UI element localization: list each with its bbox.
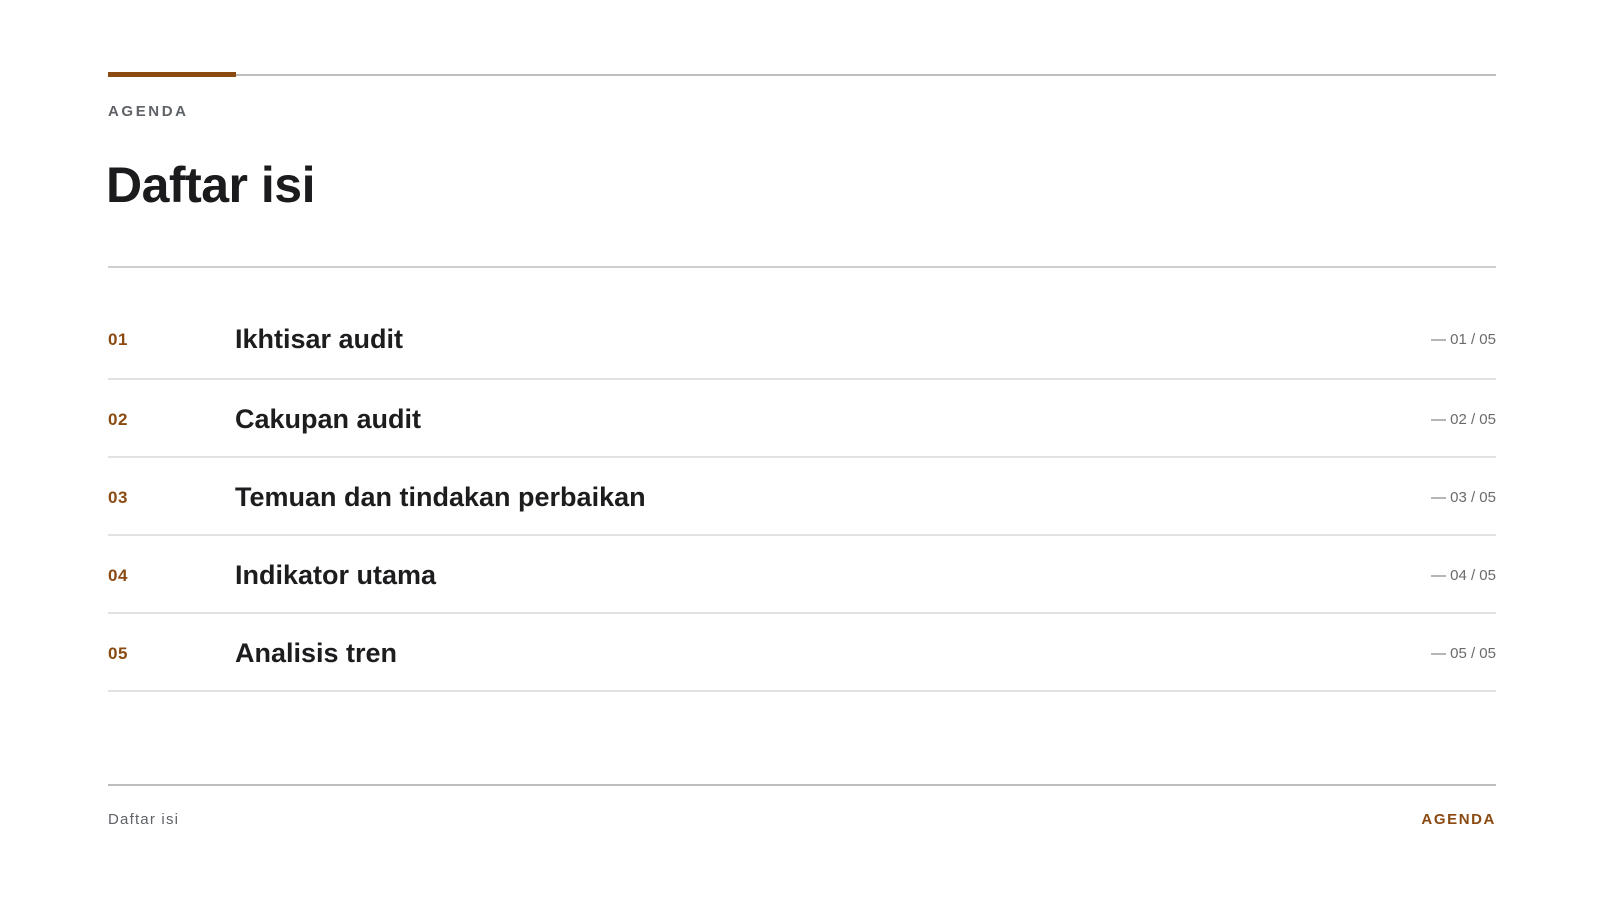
agenda-list: 01 Ikhtisar audit — 01 / 05 02 Cakupan a… bbox=[108, 300, 1496, 692]
agenda-item-label: Ikhtisar audit bbox=[235, 324, 404, 354]
page-title: Daftar isi bbox=[106, 157, 315, 213]
agenda-item-number: 05 bbox=[108, 644, 128, 663]
agenda-item-page: — 05 / 05 bbox=[1430, 645, 1496, 662]
top-accent-bar bbox=[108, 72, 236, 77]
agenda-item-page: — 04 / 05 bbox=[1430, 567, 1496, 584]
footer-divider bbox=[108, 784, 1496, 786]
section-eyebrow: AGENDA bbox=[108, 103, 189, 120]
footer-section-label: AGENDA bbox=[1421, 811, 1496, 828]
agenda-item-number: 02 bbox=[108, 410, 128, 429]
agenda-item[interactable]: 05 Analisis tren — 05 / 05 bbox=[108, 614, 1496, 692]
agenda-item-label: Temuan dan tindakan perbaikan bbox=[235, 482, 646, 512]
agenda-slide: AGENDA Daftar isi 01 Ikhtisar audit — 01… bbox=[106, 0, 1496, 900]
title-divider bbox=[108, 266, 1496, 268]
agenda-item-page: — 03 / 05 bbox=[1430, 489, 1496, 506]
top-divider bbox=[108, 74, 1496, 76]
agenda-item[interactable]: 02 Cakupan audit — 02 / 05 bbox=[108, 380, 1496, 458]
agenda-item-label: Cakupan audit bbox=[235, 404, 422, 434]
agenda-item-number: 04 bbox=[108, 566, 128, 585]
agenda-item-page: — 02 / 05 bbox=[1430, 411, 1496, 428]
footer-title: Daftar isi bbox=[108, 811, 180, 828]
agenda-item-number: 01 bbox=[108, 330, 128, 349]
agenda-item-label: Indikator utama bbox=[235, 560, 437, 590]
agenda-item[interactable]: 04 Indikator utama — 04 / 05 bbox=[108, 536, 1496, 614]
agenda-item-number: 03 bbox=[108, 488, 128, 507]
agenda-item[interactable]: 01 Ikhtisar audit — 01 / 05 bbox=[108, 300, 1496, 380]
agenda-item-page: — 01 / 05 bbox=[1430, 331, 1496, 348]
agenda-item[interactable]: 03 Temuan dan tindakan perbaikan — 03 / … bbox=[108, 458, 1496, 536]
agenda-item-label: Analisis tren bbox=[235, 638, 398, 668]
